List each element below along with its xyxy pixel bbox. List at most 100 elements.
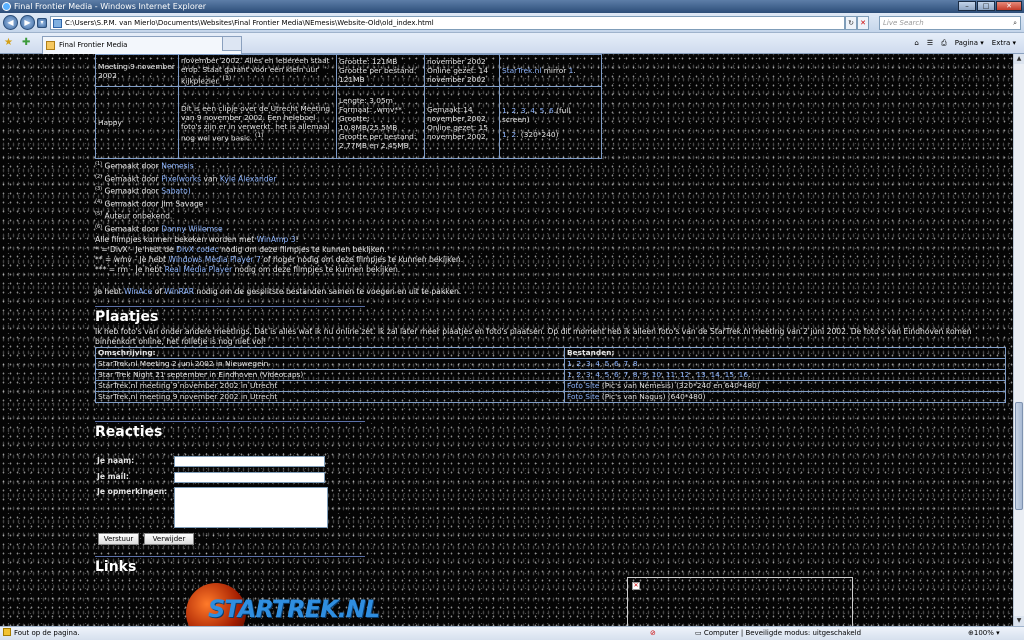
picture-link[interactable]: 7: [623, 370, 628, 379]
startrek-nl-logo[interactable]: STARTREK.NL: [180, 577, 385, 626]
print-icon[interactable]: ⎙: [941, 38, 947, 49]
note-text: of: [152, 287, 165, 296]
picture-link[interactable]: 4: [595, 359, 600, 368]
picture-link[interactable]: 1: [567, 359, 572, 368]
picture-link[interactable]: 9: [642, 370, 647, 379]
reacties-heading: Reacties: [95, 424, 163, 440]
film-name: Happy: [95, 86, 179, 160]
new-tab-button[interactable]: [222, 36, 242, 51]
film-link[interactable]: StarTrek.nl: [502, 66, 541, 75]
history-dropdown-icon[interactable]: ▾: [37, 18, 47, 28]
picture-link[interactable]: 3: [586, 370, 591, 379]
vertical-scrollbar[interactable]: ▲ ▼: [1013, 54, 1024, 626]
picture-link[interactable]: 14: [710, 370, 719, 379]
wmp-link[interactable]: Windows Media Player 7: [168, 255, 260, 264]
film-part-link[interactable]: 4: [530, 106, 535, 115]
foto-site-link[interactable]: Foto Site: [567, 381, 599, 390]
banner-placeholder[interactable]: ✕: [627, 577, 853, 626]
command-bar: ⌂ ☰ ⎙ Pagina ▾ Extra ▾: [914, 38, 1016, 49]
picture-link[interactable]: 3: [586, 359, 591, 368]
add-favorite-icon[interactable]: ✚: [22, 37, 30, 49]
picture-link[interactable]: 6: [614, 370, 619, 379]
column-header: Omschrijving:: [95, 347, 565, 359]
logo-wordmark: STARTREK.NL: [208, 595, 380, 623]
minimize-button[interactable]: –: [958, 1, 976, 11]
popup-blocker-icon[interactable]: ⊘: [650, 627, 656, 640]
winrar-link[interactable]: WinRAR: [164, 287, 194, 296]
tools-menu[interactable]: Extra ▾: [992, 38, 1016, 49]
search-icon[interactable]: ⌕: [1013, 17, 1017, 29]
close-button[interactable]: ✕: [996, 1, 1022, 11]
picture-link[interactable]: 5: [605, 370, 610, 379]
picture-link[interactable]: 16: [739, 370, 748, 379]
footnote-text: Gemaakt door: [102, 224, 162, 234]
note-text: *** = rm - Je hebt: [95, 265, 165, 274]
film-info-line: Grootte per bestand: 2,77MB en 2,45MB: [339, 131, 417, 150]
refresh-icon[interactable]: ↻: [845, 16, 857, 30]
picture-link[interactable]: 12: [680, 370, 689, 379]
security-zone[interactable]: ▭ Computer | Beveiligde modus: uitgescha…: [695, 627, 861, 640]
address-bar[interactable]: C:\Users\S.P.M. van Mierlo\Documents\Web…: [50, 16, 845, 30]
footnote: (3) Gemaakt door Sabato): [95, 184, 276, 197]
picture-link[interactable]: 8: [633, 370, 638, 379]
picture-link[interactable]: 6: [614, 359, 619, 368]
column-header: Bestanden:: [564, 347, 1006, 359]
realplayer-link[interactable]: Real Media Player: [165, 265, 233, 274]
film-part-link[interactable]: 5: [540, 106, 545, 115]
picture-link[interactable]: 4: [595, 370, 600, 379]
tab-final-frontier-media[interactable]: Final Frontier Media: [42, 36, 242, 54]
film-part-link[interactable]: 3: [521, 106, 526, 115]
back-button[interactable]: ◀: [3, 15, 18, 30]
divx-link[interactable]: DivX codec: [176, 245, 219, 254]
picture-link[interactable]: 2: [576, 359, 581, 368]
film-part-link[interactable]: 2: [511, 106, 516, 115]
picture-link[interactable]: 10: [652, 370, 661, 379]
film-part-link[interactable]: 1: [502, 130, 507, 139]
divider: [95, 306, 365, 307]
footnote-link[interactable]: Pixelworks: [161, 174, 201, 183]
foto-site-link[interactable]: Foto Site: [567, 392, 599, 401]
table-row: Star Trek Night 21 september in Eindhove…: [95, 369, 1006, 381]
reset-button[interactable]: Verwijder: [144, 533, 194, 545]
picture-link[interactable]: 2: [576, 370, 581, 379]
submit-button[interactable]: Verstuur: [98, 533, 139, 545]
footnote-link[interactable]: Danny Willemse: [161, 224, 222, 233]
comments-textarea[interactable]: [174, 487, 328, 528]
winace-link[interactable]: WinAce: [124, 287, 152, 296]
window-title: Final Frontier Media - Windows Internet …: [14, 2, 207, 11]
scroll-up-icon[interactable]: ▲: [1014, 54, 1024, 64]
picture-link[interactable]: 7: [623, 359, 628, 368]
name-field[interactable]: [174, 456, 325, 467]
page-menu[interactable]: Pagina ▾: [955, 38, 984, 49]
forward-button[interactable]: ▶: [20, 15, 35, 30]
search-input[interactable]: Live Search ⌕: [879, 16, 1021, 30]
footnote-link[interactable]: Kyle Alexander: [220, 174, 277, 183]
winace-note: Je hebt WinAce of WinRAR nodig om de ges…: [95, 287, 461, 296]
film-part-link[interactable]: 1: [502, 106, 507, 115]
footnote-link[interactable]: Sabato): [161, 187, 191, 196]
film-links: 1, 2, 3, 4, 5, 6.(full screen) 1, 2. (32…: [499, 86, 602, 160]
picture-link[interactable]: 15: [725, 370, 734, 379]
feeds-icon[interactable]: ☰: [927, 38, 933, 49]
scrollbar-thumb[interactable]: [1015, 402, 1023, 510]
status-error[interactable]: Fout op de pagina.: [3, 627, 79, 640]
status-text: Fout op de pagina.: [14, 629, 80, 637]
picture-link[interactable]: 11: [666, 370, 675, 379]
winamp-link[interactable]: WinAmp 3: [257, 235, 296, 244]
email-field[interactable]: [174, 472, 325, 483]
footnote: (2) Gemaakt door Pixelworks van Kyle Ale…: [95, 172, 276, 185]
picture-link[interactable]: 1: [567, 370, 572, 379]
stop-icon[interactable]: ✕: [857, 16, 869, 30]
note-text: nodig om de gesplitste bestanden samen t…: [194, 287, 462, 296]
picture-link[interactable]: 5: [605, 359, 610, 368]
zone-text: Computer | Beveiligde modus: uitgeschake…: [703, 629, 862, 637]
picture-link[interactable]: 13: [696, 370, 705, 379]
zoom-level[interactable]: ⊕100% ▾: [968, 627, 1000, 640]
note-line: *** = rm - Je hebt Real Media Player nod…: [95, 265, 463, 275]
home-icon[interactable]: ⌂: [914, 38, 918, 49]
footnote-link[interactable]: Nemesis: [161, 162, 193, 171]
scroll-down-icon[interactable]: ▼: [1014, 616, 1024, 626]
table-header-row: Omschrijving: Bestanden:: [95, 347, 1006, 359]
maximize-button[interactable]: □: [977, 1, 995, 11]
favorites-star-icon[interactable]: ★: [4, 37, 13, 49]
